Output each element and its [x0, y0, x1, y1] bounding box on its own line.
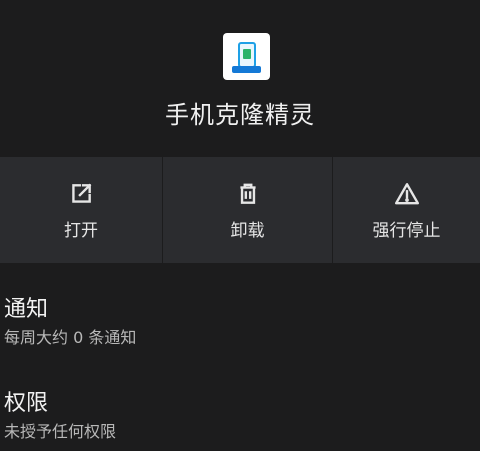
force-stop-button-label: 强行停止 [372, 221, 441, 241]
uninstall-button[interactable]: 卸载 [162, 157, 332, 263]
warning-icon [394, 183, 419, 205]
permissions-title: 权限 [4, 391, 49, 416]
open-button-label: 打开 [64, 221, 98, 241]
permissions-summary: 未授予任何权限 [4, 422, 117, 441]
action-bar: 打开 卸载 强行停止 [0, 157, 480, 263]
icon-banner [232, 66, 261, 73]
open-external-icon [72, 183, 92, 203]
uninstall-button-label: 卸载 [230, 221, 265, 241]
notifications-title: 通知 [4, 297, 49, 322]
notifications-setting[interactable]: 通知 每周大约 0 条通知 [4, 296, 474, 349]
phone-clone-app-icon [223, 33, 270, 80]
notifications-summary: 每周大约 0 条通知 [4, 328, 137, 347]
trash-icon [239, 183, 256, 204]
app-header: 手机克隆精灵 [0, 0, 480, 157]
app-info-screen: 手机克隆精灵 打开 卸载 强行停止 通知 每周大约 0 条通知 权限 未授予任何… [0, 0, 480, 451]
open-button[interactable]: 打开 [0, 157, 162, 263]
force-stop-button[interactable]: 强行停止 [332, 157, 480, 263]
phone-glyph [238, 42, 256, 68]
permissions-setting[interactable]: 权限 未授予任何权限 [4, 390, 474, 443]
app-title: 手机克隆精灵 [165, 101, 315, 129]
